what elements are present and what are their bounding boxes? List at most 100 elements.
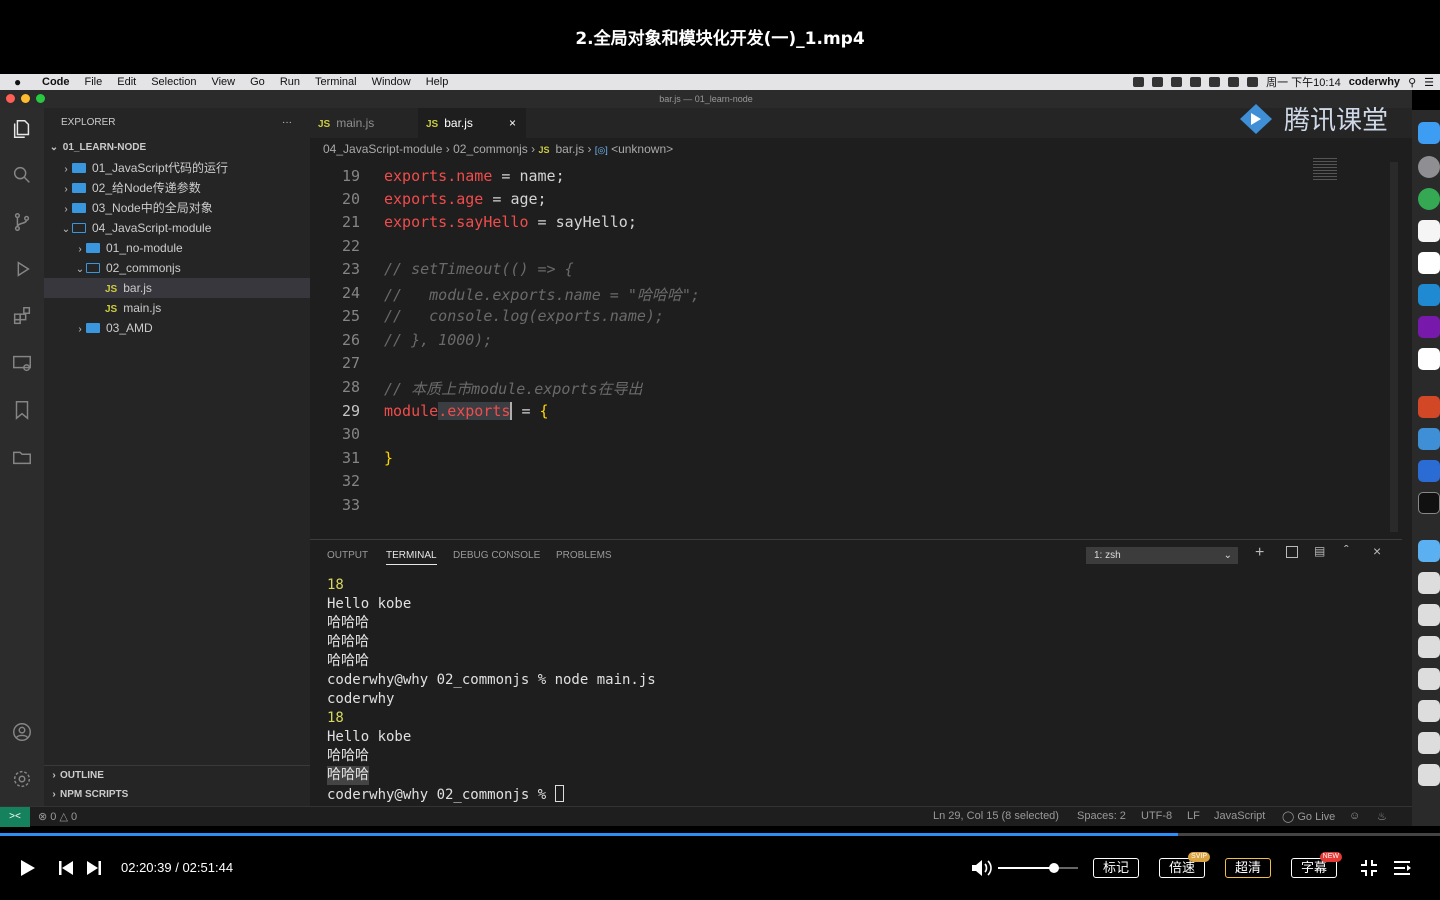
window-thumbnail-icon[interactable] — [1418, 764, 1440, 786]
mark-button[interactable]: 标记 — [1093, 858, 1139, 878]
close-tab-icon[interactable]: × — [509, 108, 516, 138]
window-thumbnail-icon[interactable] — [1418, 636, 1440, 658]
tab-terminal[interactable]: TERMINAL — [386, 550, 437, 565]
window-thumbnail-icon[interactable] — [1418, 572, 1440, 594]
notifications-bell-icon[interactable]: ♨ — [1377, 810, 1387, 823]
vscode-icon[interactable] — [1418, 284, 1440, 306]
volume-knob[interactable] — [1049, 863, 1059, 873]
code-comment[interactable]: // }, 1000); — [384, 331, 492, 349]
tree-item-folder[interactable]: › 02_给Node传递参数 — [44, 178, 310, 198]
tab-problems[interactable]: PROBLEMS — [556, 550, 612, 561]
trash-icon[interactable]: ▤ — [1314, 544, 1325, 558]
end-of-line[interactable]: LF — [1187, 810, 1200, 822]
encoding[interactable]: UTF-8 — [1141, 810, 1172, 822]
breadcrumb-item[interactable]: <unknown> — [611, 142, 673, 156]
menu-window[interactable]: Window — [372, 76, 411, 88]
zoom-window-button[interactable] — [36, 94, 45, 103]
tab-output[interactable]: OUTPUT — [327, 550, 368, 561]
terminal-prompt-line[interactable]: coderwhy@why 02_commonjs % — [327, 785, 656, 805]
menu-code[interactable]: Code — [42, 76, 70, 88]
editor-scrollbar[interactable] — [1390, 162, 1398, 532]
code-comment[interactable]: // setTimeout(() => { — [384, 260, 574, 278]
exit-fullscreen-icon[interactable] — [1360, 859, 1378, 877]
menubar-user[interactable]: coderwhy — [1349, 76, 1400, 88]
menu-terminal[interactable]: Terminal — [315, 76, 357, 88]
menu-file[interactable]: File — [85, 76, 103, 88]
volume-slider[interactable] — [998, 863, 1078, 873]
feedback-icon[interactable]: ☺ — [1349, 810, 1360, 822]
shell-select[interactable]: 1: zsh ⌄ — [1086, 547, 1238, 564]
tree-item-folder[interactable]: › 03_Node中的全局对象 — [44, 198, 310, 218]
menubar-clock[interactable]: 周一 下午10:14 — [1266, 74, 1341, 90]
explorer-icon[interactable] — [10, 118, 34, 142]
settings-gear-icon[interactable] — [10, 768, 34, 792]
tab-bar-js[interactable]: JS bar.js × — [418, 108, 526, 138]
window-thumbnail-icon[interactable] — [1418, 700, 1440, 722]
cursor-position[interactable]: Ln 29, Col 15 (8 selected) — [933, 810, 1059, 822]
bluetooth-icon[interactable] — [1209, 77, 1221, 87]
tree-item-folder[interactable]: › 01_JavaScript代码的运行 — [44, 158, 310, 178]
tab-main-js[interactable]: JS main.js — [310, 108, 418, 138]
code-line[interactable]: } — [384, 449, 393, 467]
tray-icon[interactable] — [1171, 77, 1183, 87]
video-progress-bar[interactable] — [0, 833, 1440, 836]
code-line[interactable]: exports.name = name; — [384, 167, 565, 185]
code-line[interactable]: exports.age = age; — [384, 190, 547, 208]
tree-item-folder[interactable]: › 03_AMD — [44, 318, 310, 338]
project-manager-icon[interactable] — [10, 446, 34, 470]
split-terminal-icon[interactable] — [1286, 546, 1298, 558]
menu-help[interactable]: Help — [426, 76, 449, 88]
control-center-icon[interactable]: ☰ — [1424, 76, 1434, 89]
tree-item-folder[interactable]: ⌄ 02_commonjs — [44, 258, 310, 278]
menu-go[interactable]: Go — [250, 76, 265, 88]
next-icon[interactable] — [86, 860, 102, 876]
speed-button[interactable]: 倍速 SVIP — [1159, 852, 1210, 878]
search-icon[interactable] — [10, 164, 34, 188]
typora-icon[interactable] — [1418, 348, 1440, 370]
code-comment[interactable]: // module.exports.name = "哈哈哈"; — [384, 284, 700, 305]
subtitle-button[interactable]: 字幕 NEW — [1291, 852, 1342, 878]
window-thumbnail-icon[interactable] — [1418, 604, 1440, 626]
source-control-icon[interactable] — [10, 211, 34, 235]
tree-item-folder[interactable]: › 01_no-module — [44, 238, 310, 258]
finder-icon[interactable] — [1418, 122, 1440, 144]
tree-item-folder[interactable]: ⌄ 04_JavaScript-module — [44, 218, 310, 238]
account-icon[interactable] — [10, 721, 34, 745]
breadcrumb-item[interactable]: bar.js — [556, 142, 585, 156]
calendar-icon[interactable] — [1418, 252, 1440, 274]
close-panel-icon[interactable]: × — [1373, 543, 1381, 559]
terminal-output[interactable]: 18 Hello kobe 哈哈哈 哈哈哈 哈哈哈 coderwhy@why 0… — [327, 576, 656, 805]
tree-item-file-selected[interactable]: JS bar.js — [44, 278, 310, 298]
indentation[interactable]: Spaces: 2 — [1077, 810, 1126, 822]
breadcrumb-item[interactable]: 04_JavaScript-module — [323, 142, 442, 156]
go-live-button[interactable]: ◯ Go Live — [1282, 810, 1335, 823]
code-comment[interactable]: // console.log(exports.name); — [384, 307, 664, 325]
breadcrumb-item[interactable]: 02_commonjs — [453, 142, 528, 156]
notes-icon[interactable] — [1418, 220, 1440, 242]
powerpoint-icon[interactable] — [1418, 396, 1440, 418]
onenote-icon[interactable] — [1418, 316, 1440, 338]
npm-scripts-section[interactable]: › NPM SCRIPTS — [44, 785, 310, 805]
apple-icon[interactable]: ● — [14, 75, 28, 89]
screen-recorder-icon[interactable] — [1418, 460, 1440, 482]
outline-section[interactable]: › OUTLINE — [44, 765, 310, 785]
code-comment[interactable]: // 本质上市module.exports在导出 — [384, 378, 643, 399]
tray-icon[interactable] — [1133, 77, 1145, 87]
menu-view[interactable]: View — [211, 76, 235, 88]
menu-selection[interactable]: Selection — [151, 76, 196, 88]
volume-icon[interactable] — [971, 859, 993, 877]
workspace-root[interactable]: ⌄ 01_LEARN-NODE — [44, 138, 310, 158]
play-icon[interactable] — [20, 859, 36, 877]
window-thumbnail-icon[interactable] — [1418, 668, 1440, 690]
extensions-icon[interactable] — [10, 305, 34, 329]
terminal-icon[interactable] — [1418, 492, 1440, 514]
menu-edit[interactable]: Edit — [117, 76, 136, 88]
tray-icon[interactable] — [1190, 77, 1202, 87]
new-terminal-icon[interactable]: + — [1255, 544, 1264, 562]
playlist-icon[interactable] — [1393, 860, 1411, 876]
run-debug-icon[interactable] — [10, 258, 34, 282]
previous-icon[interactable] — [58, 860, 74, 876]
language-mode[interactable]: JavaScript — [1214, 810, 1265, 822]
quality-button[interactable]: 超清 — [1225, 858, 1271, 878]
window-thumbnail-icon[interactable] — [1418, 732, 1440, 754]
